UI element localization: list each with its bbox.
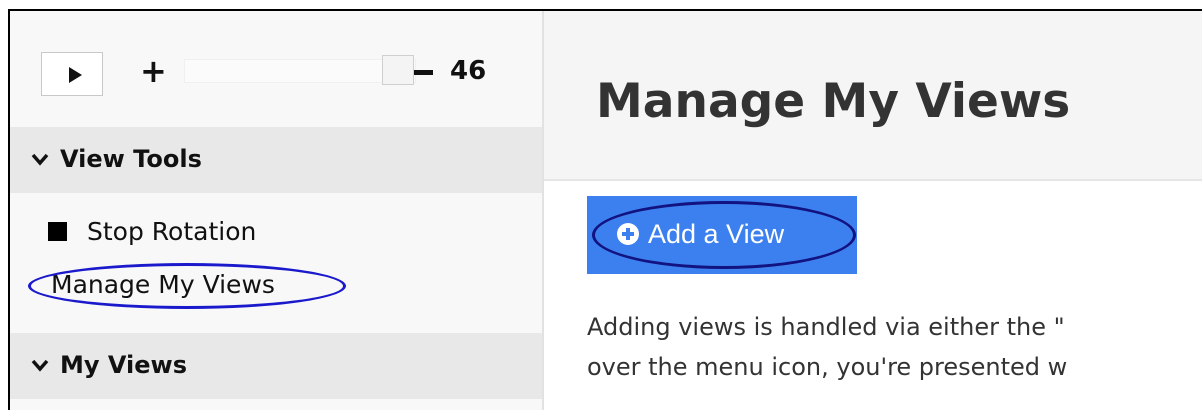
view-tools-menu: Stop Rotation Manage My Views [10,193,542,333]
my-views-header[interactable]: My Views [10,333,542,399]
plus-circle-icon [617,223,639,245]
page-title: Manage My Views [596,74,1071,129]
section-title: View Tools [60,145,202,173]
chevron-down-icon [31,359,49,372]
add-view-button[interactable]: Add a View [587,196,857,274]
instructions-line: over the menu icon, you're presented w [587,353,1068,381]
section-title: My Views [60,351,187,379]
increase-button[interactable]: + [140,53,167,89]
add-view-label: Add a View [648,219,785,249]
interval-slider-thumb[interactable] [382,55,414,85]
chevron-down-icon [31,153,49,166]
manage-my-views-link[interactable]: Manage My Views [51,270,275,300]
instructions-line: Adding views is handled via either the " [587,313,1065,341]
stop-rotation-link[interactable]: Stop Rotation [48,217,256,247]
sidebar: + 46 View Tools Stop Rotation Manage My … [10,11,544,410]
stop-rotation-label: Stop Rotation [87,217,257,246]
decrease-button[interactable] [414,70,433,75]
rotation-controls: + 46 [10,11,542,125]
page-header: Manage My Views [544,11,1202,181]
interval-count: 46 [450,56,487,86]
play-button[interactable] [41,52,103,96]
view-tools-header[interactable]: View Tools [10,127,542,193]
instructions-text: Adding views is handled via either the "… [587,307,1067,387]
play-icon [69,67,82,83]
stop-icon [48,222,67,241]
